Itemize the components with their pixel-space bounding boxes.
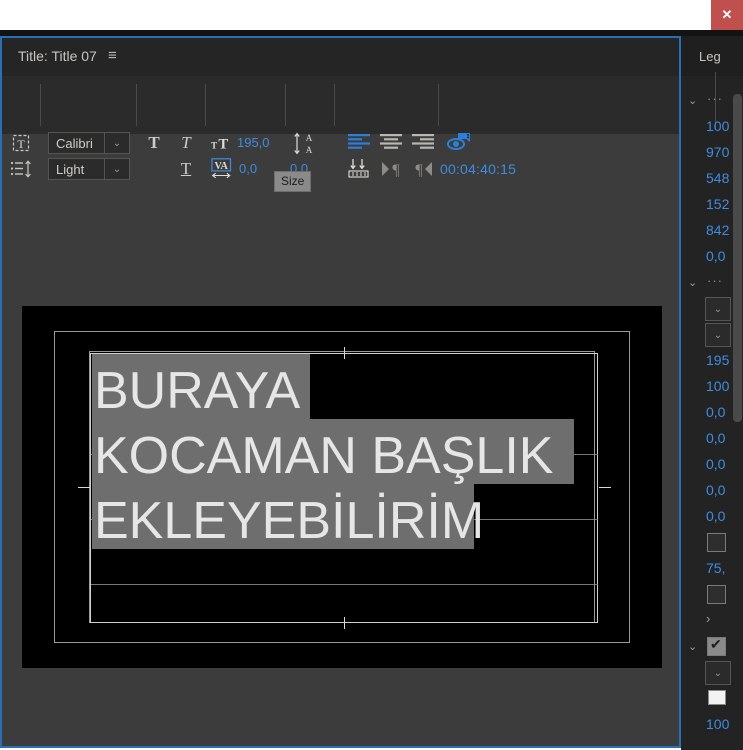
- toolbar-separator: [136, 84, 137, 126]
- title-text-line: BURAYA: [94, 362, 301, 420]
- align-center-icon[interactable]: [379, 131, 403, 153]
- property-row: [681, 686, 743, 712]
- svg-text:VA: VA: [215, 161, 229, 172]
- svg-text:¶: ¶: [415, 162, 423, 179]
- font-size-icon[interactable]: T T: [211, 132, 235, 154]
- chevron-down-icon[interactable]: ⌄: [104, 133, 129, 153]
- property-row: 0,0: [681, 478, 743, 504]
- paragraph-tool-icon[interactable]: [10, 158, 32, 180]
- property-row: ›: [681, 608, 743, 634]
- svg-text:A: A: [306, 145, 313, 155]
- property-value[interactable]: 0,0: [706, 482, 725, 498]
- title-toolbar: [2, 76, 679, 134]
- bold-button[interactable]: T: [144, 132, 164, 154]
- tab-stops-icon[interactable]: [347, 157, 373, 181]
- close-icon[interactable]: ✕: [711, 0, 743, 30]
- timecode-value[interactable]: 00:04:40:15: [440, 161, 516, 177]
- property-value[interactable]: 0,0: [706, 508, 725, 524]
- property-checkbox[interactable]: [707, 533, 726, 552]
- property-group-label: ···: [707, 91, 723, 106]
- property-checkbox[interactable]: [707, 585, 726, 604]
- property-row: 0,0: [681, 426, 743, 452]
- title-text-line: EKLEYEBİLİRİM: [94, 492, 485, 550]
- toolbar-separator: [334, 84, 335, 126]
- property-row: [681, 530, 743, 556]
- font-family-select[interactable]: Calibri ⌄: [48, 132, 130, 154]
- legacy-title-properties-panel: Leg ⌄ ··· 100 970 548 152 842 0,0 ⌄ ··· ⌄ ⌄ 195 100 0,…: [681, 36, 743, 750]
- property-value[interactable]: 100: [706, 378, 729, 394]
- property-value[interactable]: 548: [706, 170, 729, 186]
- property-value[interactable]: 0,0: [706, 430, 725, 446]
- property-row: 0,0: [681, 452, 743, 478]
- title-canvas[interactable]: BURAYA KOCAMAN BAŞLIK EKLEYEBİLİRİM: [22, 306, 662, 668]
- text-ltr-icon[interactable]: ¶: [380, 157, 404, 181]
- underline-button[interactable]: T: [176, 158, 196, 180]
- text-tool-icon[interactable]: T: [10, 132, 32, 154]
- italic-button[interactable]: T: [176, 132, 196, 154]
- handle-tick-left[interactable]: [78, 487, 90, 488]
- page-title: Title: Title 07: [18, 48, 97, 64]
- leading-icon[interactable]: A A: [293, 131, 321, 157]
- property-value[interactable]: 75,: [706, 560, 725, 576]
- chevron-down-icon[interactable]: ⌄: [688, 640, 697, 653]
- right-panel-title: Leg: [699, 49, 721, 64]
- kerning-icon[interactable]: VA: [211, 157, 237, 181]
- property-checkbox[interactable]: [707, 636, 726, 656]
- chevron-down-icon[interactable]: ⌄: [688, 276, 697, 289]
- hamburger-menu-icon[interactable]: ≡: [108, 48, 117, 64]
- toolbar-separator: [285, 84, 286, 126]
- property-value[interactable]: 195: [706, 352, 729, 368]
- font-style-select[interactable]: Light ⌄: [48, 158, 130, 180]
- property-value[interactable]: 842: [706, 222, 729, 238]
- roll-crawl-options-icon[interactable]: [446, 130, 474, 154]
- property-value[interactable]: 100: [706, 118, 729, 134]
- svg-text:¶: ¶: [392, 162, 400, 179]
- property-row: ⌄: [681, 634, 743, 660]
- chevron-right-icon[interactable]: ›: [706, 611, 710, 626]
- svg-text:A: A: [306, 133, 313, 143]
- window-top-strip: ✕: [0, 0, 743, 32]
- property-row: 100: [681, 712, 743, 738]
- property-dropdown[interactable]: ⌄: [705, 661, 731, 685]
- property-row: 0,0: [681, 504, 743, 530]
- property-value[interactable]: 152: [706, 196, 729, 212]
- font-family-value: Calibri: [56, 135, 93, 151]
- toolbar-separator: [205, 84, 206, 126]
- property-dropdown[interactable]: ⌄: [705, 297, 731, 321]
- text-rtl-icon[interactable]: ¶: [411, 157, 435, 181]
- property-value[interactable]: 970: [706, 144, 729, 160]
- property-row: 75,: [681, 556, 743, 582]
- handle-tick-right[interactable]: [599, 487, 611, 488]
- chevron-down-icon[interactable]: ⌄: [104, 159, 129, 179]
- right-panel-scrollbar[interactable]: [733, 94, 742, 422]
- title-text-line: KOCAMAN BAŞLIK: [94, 427, 554, 485]
- property-value[interactable]: 100: [706, 716, 729, 732]
- handle-tick-top[interactable]: [344, 347, 345, 359]
- font-style-value: Light: [56, 161, 85, 177]
- property-row: [681, 582, 743, 608]
- chevron-down-icon[interactable]: ⌄: [688, 94, 697, 107]
- color-swatch[interactable]: [708, 690, 726, 705]
- property-dropdown[interactable]: ⌄: [705, 323, 731, 347]
- handle-tick-bottom[interactable]: [344, 617, 345, 629]
- align-right-icon[interactable]: [411, 131, 435, 153]
- svg-text:T: T: [17, 137, 25, 151]
- property-group-label: ···: [707, 273, 723, 288]
- property-value[interactable]: 0,0: [706, 404, 725, 420]
- property-row: ⌄: [681, 660, 743, 686]
- right-panel-header: Leg: [681, 36, 743, 76]
- svg-text:T: T: [218, 137, 228, 153]
- tooltip-size: Size: [274, 171, 312, 192]
- title-panel-header: Title: Title 07 ≡: [2, 38, 679, 76]
- title-designer-panel: Title: Title 07 ≡ T Calibri ⌄ Light ⌄ T …: [0, 36, 681, 748]
- property-value[interactable]: 0,0: [706, 248, 725, 264]
- toolbar-separator: [40, 84, 41, 126]
- svg-text:T: T: [211, 141, 218, 151]
- align-left-icon[interactable]: [347, 131, 371, 153]
- font-size-value[interactable]: 195,0: [237, 135, 270, 150]
- property-value[interactable]: 0,0: [706, 456, 725, 472]
- kerning-value[interactable]: 0,0: [239, 161, 257, 176]
- baseline-guide: [91, 584, 598, 585]
- toolbar-separator: [438, 84, 439, 126]
